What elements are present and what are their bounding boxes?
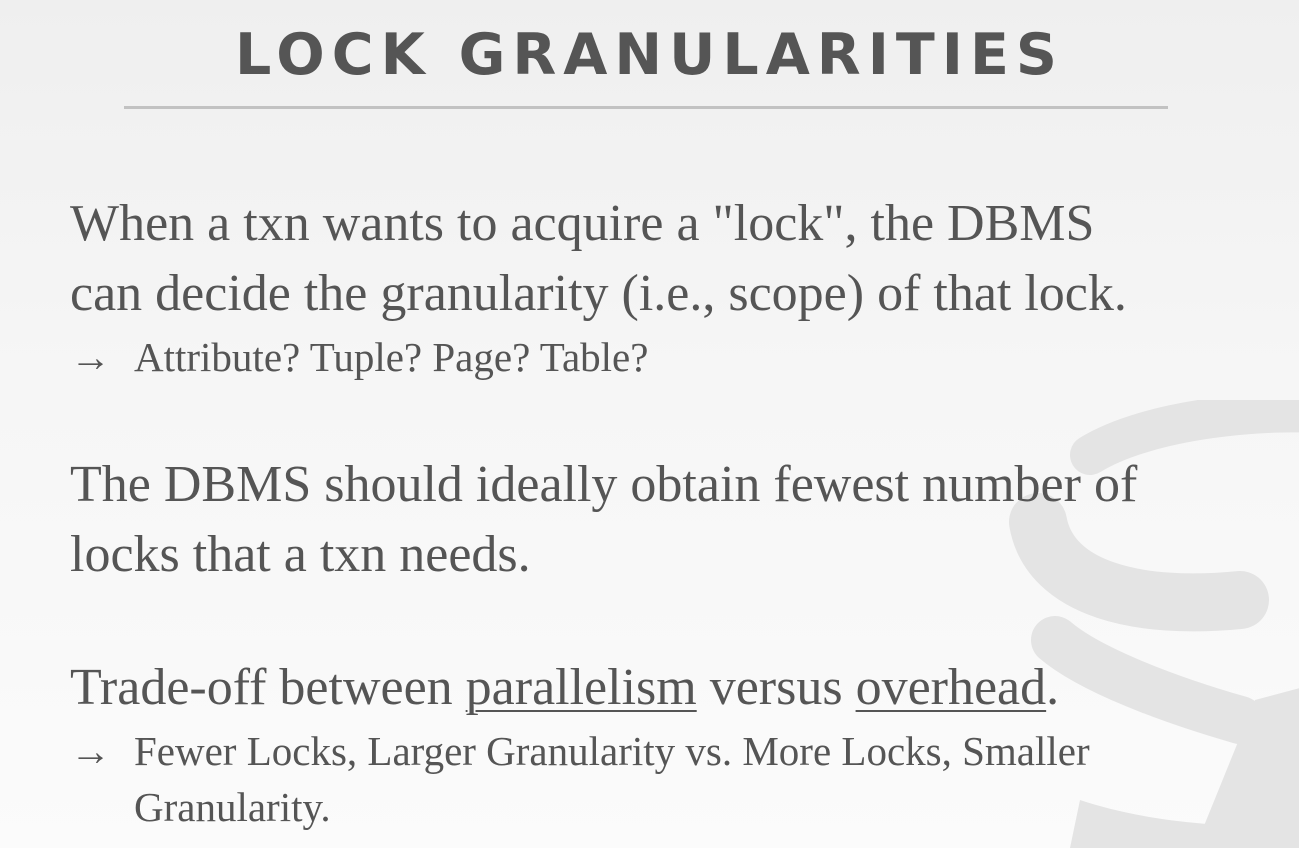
paragraph-1-line-1: When a txn wants to acquire a "lock", th… bbox=[70, 195, 1095, 252]
title-divider bbox=[124, 106, 1168, 109]
tradeoff-prefix: Trade-off between bbox=[70, 659, 466, 716]
paragraph-1-bullet: → Attribute? Tuple? Page? Table? bbox=[70, 329, 648, 385]
bullet-text: Attribute? Tuple? Page? Table? bbox=[134, 334, 649, 380]
slide-title: LOCK GRANULARITIES bbox=[235, 22, 1064, 88]
paragraph-2-line-2: locks that a txn needs. bbox=[70, 526, 531, 583]
tradeoff-middle: versus bbox=[696, 659, 856, 716]
term-parallelism: parallelism bbox=[465, 659, 697, 716]
bullet-text-line-1: Fewer Locks, Larger Granularity vs. More… bbox=[134, 728, 1090, 774]
arrow-icon: → bbox=[70, 334, 111, 380]
paragraph-2-line-1: The DBMS should ideally obtain fewest nu… bbox=[70, 456, 1138, 513]
paragraph-1-line-2: can decide the granularity (i.e., scope)… bbox=[70, 265, 1127, 322]
paragraph-3-line-1: Trade-off between parallelism versus ove… bbox=[70, 653, 1059, 723]
arrow-icon: → bbox=[70, 728, 111, 774]
term-overhead: overhead bbox=[855, 659, 1047, 716]
tradeoff-suffix: . bbox=[1046, 659, 1060, 716]
bullet-text-line-2: Granularity. bbox=[134, 784, 331, 830]
paragraph-3-bullet: → Fewer Locks, Larger Granularity vs. Mor… bbox=[70, 723, 1090, 835]
slide: LOCK GRANULARITIES When a txn wants to a… bbox=[0, 0, 1299, 848]
